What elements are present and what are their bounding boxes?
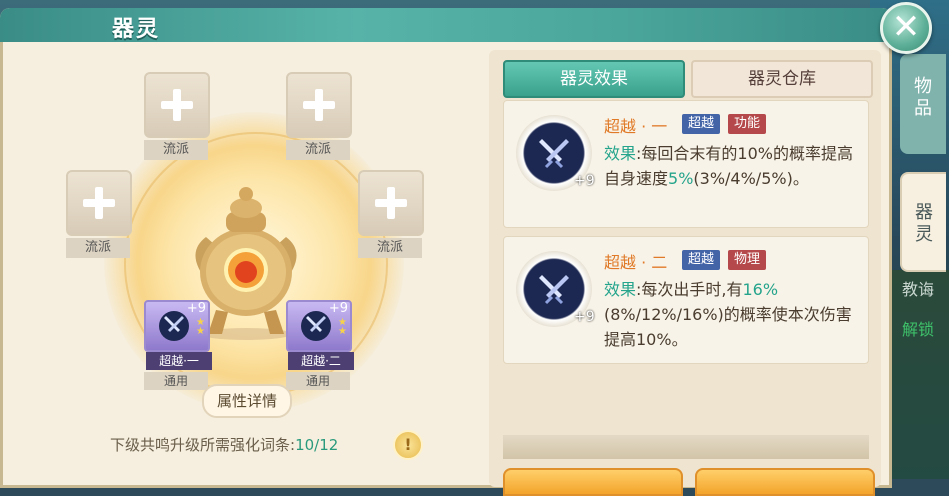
slot-box[interactable] bbox=[66, 170, 132, 236]
bottom-button-left[interactable] bbox=[503, 468, 683, 496]
side-bg-text-2: 解锁 bbox=[902, 320, 935, 339]
slot-box[interactable] bbox=[144, 72, 210, 138]
window-title: 器灵 bbox=[112, 17, 161, 42]
card-level: +9 bbox=[574, 173, 595, 189]
effect-card-2: +9 超越 · 二 超越 物理 效果:每次出手时,有16% (8%/12%/16%… bbox=[503, 236, 869, 364]
side-tab-qiling-label: 器灵 bbox=[915, 202, 933, 245]
effect-post: (8%/12%/16%)的概率使本次伤害提高10%。 bbox=[604, 305, 852, 349]
star-icon: ★ ★ bbox=[196, 317, 205, 337]
item-name: 超越·二 bbox=[288, 352, 354, 370]
requirement-text: 下级共鸣升级所需强化词条: bbox=[110, 436, 296, 454]
swords-icon bbox=[539, 275, 569, 305]
plus-icon bbox=[375, 187, 407, 219]
side-tab-items[interactable]: 物品 bbox=[900, 54, 946, 154]
item-box[interactable]: +9 ★ ★ 超越·一 bbox=[144, 300, 212, 370]
swords-icon bbox=[301, 311, 331, 341]
plus-icon bbox=[83, 187, 115, 219]
card-effect: 效果:每回合末有的10%的概率提高自身速度5%(3%/4%/5%)。 bbox=[604, 141, 860, 191]
item-label: 通用 bbox=[286, 372, 350, 390]
effect-card-1: +9 超越 · 一 超越 功能 效果:每回合末有的10%的概率提高自身速度5%(… bbox=[503, 100, 869, 228]
equipped-item-1[interactable]: +9 ★ ★ 超越·一 通用 bbox=[144, 300, 212, 390]
attribute-detail-button[interactable]: 属性详情 bbox=[202, 384, 292, 418]
plus-icon bbox=[303, 89, 335, 121]
tab-qiling-storage[interactable]: 器灵仓库 bbox=[691, 60, 873, 98]
right-panel: 器灵效果 器灵仓库 +9 超越 · 一 超越 功能 效果:每回合末有的10%的概… bbox=[489, 50, 881, 496]
item-name: 超越·一 bbox=[146, 352, 212, 370]
slot-box[interactable] bbox=[286, 72, 352, 138]
plus-icon bbox=[161, 89, 193, 121]
tab-qiling-effect[interactable]: 器灵效果 bbox=[503, 60, 685, 98]
swords-icon bbox=[539, 139, 569, 169]
slot-label: 流派 bbox=[144, 140, 208, 160]
badge-category: 功能 bbox=[728, 114, 767, 134]
star-icon: ★ ★ bbox=[338, 317, 347, 337]
close-icon[interactable]: ✕ bbox=[880, 2, 932, 54]
badge-category: 物理 bbox=[728, 250, 767, 270]
card-effect: 效果:每次出手时,有16% (8%/12%/16%)的概率使本次伤害提高10%。 bbox=[604, 277, 860, 352]
side-tab-qiling[interactable]: 器灵 bbox=[900, 172, 946, 272]
effect-prefix: 效果 bbox=[604, 280, 637, 299]
card-title: 超越 · 一 bbox=[604, 117, 668, 136]
title-bar: 器灵 bbox=[0, 8, 892, 42]
side-background bbox=[892, 270, 949, 479]
card-icon: +9 bbox=[516, 115, 595, 191]
list-bottom-bar bbox=[503, 435, 869, 459]
slot-box[interactable] bbox=[358, 170, 424, 236]
badge-type: 超越 bbox=[682, 250, 721, 270]
swords-icon bbox=[159, 311, 189, 341]
side-tab-items-label: 物品 bbox=[914, 76, 932, 119]
slot-mid-left[interactable]: 流派 bbox=[66, 170, 132, 258]
item-label: 通用 bbox=[144, 372, 208, 390]
equipped-item-2[interactable]: +9 ★ ★ 超越·二 通用 bbox=[286, 300, 354, 390]
effect-highlight: 16% bbox=[742, 280, 779, 299]
effect-post: (3%/4%/5%)。 bbox=[693, 169, 809, 188]
effect-pre: :每次出手时,有 bbox=[636, 280, 743, 299]
requirement-value: 10/12 bbox=[295, 436, 339, 454]
slot-top-right[interactable]: 流派 bbox=[286, 72, 352, 160]
slot-mid-right[interactable]: 流派 bbox=[358, 170, 424, 258]
slot-label: 流派 bbox=[358, 238, 422, 258]
slot-top-left[interactable]: 流派 bbox=[144, 72, 210, 160]
bottom-button-right[interactable] bbox=[695, 468, 875, 496]
item-level: +9 bbox=[186, 301, 206, 316]
slot-label: 流派 bbox=[66, 238, 130, 258]
effect-highlight: 5% bbox=[668, 169, 694, 188]
effect-prefix: 效果 bbox=[604, 144, 637, 163]
warning-icon[interactable]: ! bbox=[393, 430, 423, 460]
card-level: +9 bbox=[574, 309, 595, 325]
requirement-line: 下级共鸣升级所需强化词条:10/12 bbox=[110, 434, 338, 455]
item-level: +9 bbox=[328, 301, 348, 316]
slot-label: 流派 bbox=[286, 140, 350, 160]
item-box[interactable]: +9 ★ ★ 超越·二 bbox=[286, 300, 354, 370]
card-icon: +9 bbox=[516, 251, 595, 327]
main-window: 器灵 流派 流派 流派 流派 +9 ★ ★ 超越·一 通用 +9 ★ ★ 超越·… bbox=[0, 8, 892, 496]
card-title: 超越 · 二 bbox=[604, 253, 668, 272]
side-bg-text-1: 教诲 bbox=[902, 280, 935, 299]
badge-type: 超越 bbox=[682, 114, 721, 134]
